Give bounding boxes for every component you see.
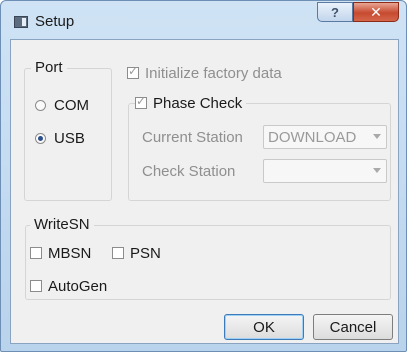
dialog-body: Port COM USB Initialize factory data Pha… [10,39,399,344]
psn-label: PSN [130,244,161,262]
current-station-row: Current Station [142,126,243,148]
cancel-button[interactable]: Cancel [313,314,393,340]
phase-check-box[interactable] [135,94,147,109]
radio-usb[interactable]: USB [35,127,85,149]
chevron-down-icon [373,168,381,173]
radio-com-label: COM [54,96,89,114]
radio-usb-label: USB [54,129,85,147]
current-station-label: Current Station [142,128,243,146]
check-station-label: Check Station [142,162,236,180]
radio-usb-indicator[interactable] [35,132,46,144]
autogen-checkbox[interactable]: AutoGen [30,275,107,297]
app-icon [14,16,28,28]
title-bar[interactable]: Setup ? ✕ [1,1,406,41]
help-button[interactable]: ? [317,2,353,22]
writesn-group-label: WriteSN [30,216,94,234]
mbsn-label: MBSN [48,244,92,262]
port-group: Port COM USB [24,59,112,201]
window-title: Setup [35,13,75,30]
current-station-value: DOWNLOAD [268,128,357,146]
psn-checkbox[interactable]: PSN [112,242,161,264]
autogen-box[interactable] [30,280,42,292]
current-station-dropdown[interactable]: DOWNLOAD [263,125,387,149]
initialize-factory-data-box[interactable] [127,64,139,79]
phase-check-checkbox[interactable]: Phase Check [135,92,247,114]
close-button[interactable]: ✕ [353,2,399,22]
autogen-label: AutoGen [48,277,108,295]
chevron-down-icon [373,134,381,139]
writesn-group: WriteSN MBSN PSN AutoGen [25,216,391,300]
ok-button[interactable]: OK [224,314,304,340]
check-station-dropdown[interactable] [263,159,387,183]
setup-dialog: Setup ? ✕ Port COM USB Initialize factor… [0,0,407,352]
radio-com[interactable]: COM [35,94,89,116]
radio-com-indicator[interactable] [35,99,46,111]
port-group-label: Port [31,59,67,77]
psn-box[interactable] [112,247,124,259]
check-station-row: Check Station [142,160,235,182]
initialize-factory-data-checkbox[interactable]: Initialize factory data [127,62,282,84]
mbsn-box[interactable] [30,247,42,259]
mbsn-checkbox[interactable]: MBSN [30,242,91,264]
phase-check-label: Phase Check [153,94,243,112]
close-icon: ✕ [370,3,382,20]
initialize-factory-data-label: Initialize factory data [145,64,282,82]
phase-check-group: Phase Check Current Station DOWNLOAD Che… [128,92,391,201]
